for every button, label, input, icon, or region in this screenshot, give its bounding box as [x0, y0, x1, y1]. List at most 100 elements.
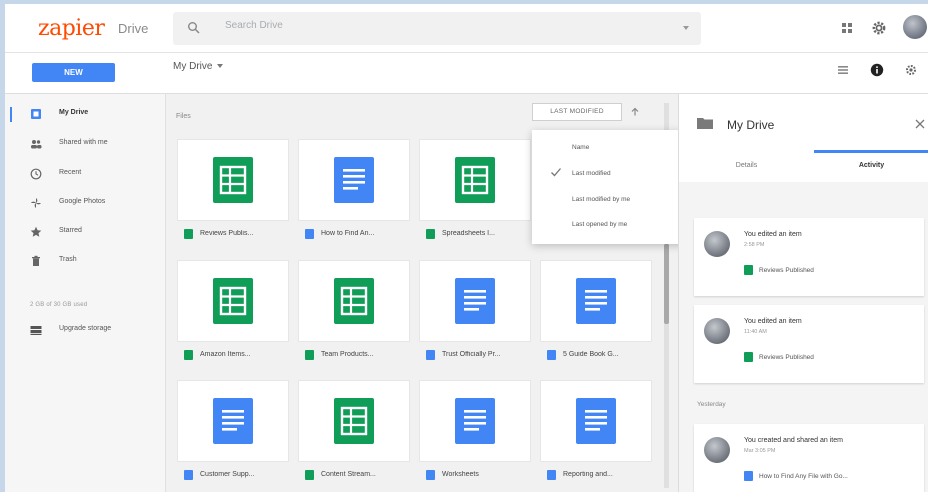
file-caption[interactable]: Reviews Publis...: [178, 224, 288, 244]
chevron-down-icon: [217, 64, 224, 69]
file-thumbnail[interactable]: [420, 381, 530, 461]
file-caption[interactable]: 5 Guide Book G...: [541, 345, 651, 365]
sheets-mini-icon: [305, 350, 314, 360]
new-button[interactable]: NEW: [32, 63, 115, 82]
file-thumbnail[interactable]: [541, 261, 651, 341]
docs-icon: [455, 398, 495, 444]
toolbar: NEW My Drive: [5, 53, 928, 94]
sidebar-item-trash[interactable]: Trash: [5, 250, 165, 274]
file-caption[interactable]: Spreadsheets I...: [420, 224, 530, 244]
file-caption[interactable]: Content Stream...: [299, 465, 409, 485]
sidebar-item-label: Shared with me: [59, 139, 108, 146]
sheets-mini-icon: [305, 470, 314, 480]
activity-time: 11:40 AM: [744, 329, 767, 335]
activity-card[interactable]: You edited an item 11:40 AM Reviews Publ…: [694, 305, 924, 383]
sort-button[interactable]: LAST MODIFIED: [532, 103, 622, 121]
docs-icon: [213, 398, 253, 444]
breadcrumb[interactable]: My Drive: [173, 61, 224, 72]
avatar: [704, 231, 730, 257]
sidebar-item-starred[interactable]: Starred: [5, 221, 165, 245]
file-caption[interactable]: Reporting and...: [541, 465, 651, 485]
file-name: 5 Guide Book G...: [563, 351, 619, 358]
sort-direction-icon[interactable]: [630, 107, 640, 117]
file-thumbnail[interactable]: [299, 381, 409, 461]
sidebar-item-shared[interactable]: Shared with me: [5, 133, 165, 157]
gear-icon[interactable]: [871, 20, 887, 36]
file-thumbnail[interactable]: [541, 381, 651, 461]
section-label-earlier: Yesterday: [697, 401, 726, 408]
close-icon[interactable]: [915, 119, 925, 129]
tab-details[interactable]: Details: [689, 154, 804, 182]
file-tile[interactable]: Reviews Publis...: [178, 140, 288, 248]
search-input[interactable]: [225, 20, 645, 31]
sidebar-item-my-drive[interactable]: My Drive: [5, 103, 165, 127]
activity-file-name: How to Find Any File with Go...: [759, 473, 848, 480]
sheets-icon: [744, 352, 753, 362]
file-name: Worksheets: [442, 471, 479, 478]
file-thumbnail[interactable]: [178, 140, 288, 220]
activity-file[interactable]: Reviews Published: [744, 352, 919, 364]
search-icon[interactable]: [187, 21, 201, 35]
activity-card[interactable]: You created and shared an item Mar 3:05 …: [694, 424, 924, 492]
scrollbar-thumb[interactable]: [664, 244, 669, 324]
file-name: Customer Supp...: [200, 471, 255, 478]
file-tile[interactable]: Spreadsheets I...: [420, 140, 530, 248]
file-thumbnail[interactable]: [178, 261, 288, 341]
file-thumbnail[interactable]: [178, 381, 288, 461]
storage-usage: 2 GB of 30 GB used: [30, 302, 88, 308]
file-tile[interactable]: 5 Guide Book G...: [541, 261, 651, 369]
file-caption[interactable]: Team Products...: [299, 345, 409, 365]
upgrade-storage-label: Upgrade storage: [59, 325, 112, 332]
files-section-label: Files: [176, 113, 191, 120]
file-tile[interactable]: Trust Officially Pr...: [420, 261, 530, 369]
avatar[interactable]: [903, 15, 927, 39]
file-name: Reporting and...: [563, 471, 613, 478]
file-caption[interactable]: Trust Officially Pr...: [420, 345, 530, 365]
search-bar[interactable]: [173, 12, 701, 45]
file-tile[interactable]: Reporting and...: [541, 381, 651, 489]
activity-file[interactable]: Reviews Published: [744, 265, 919, 277]
zapier-logo[interactable]: zapier: [38, 16, 105, 41]
sort-option-label: Last modified: [572, 170, 611, 177]
apps-grid-icon[interactable]: [839, 20, 855, 36]
file-name: Spreadsheets I...: [442, 230, 495, 237]
tab-activity[interactable]: Activity: [814, 154, 928, 182]
file-name: Amazon Items...: [200, 351, 251, 358]
file-tile[interactable]: Content Stream...: [299, 381, 409, 489]
docs-mini-icon: [426, 470, 435, 480]
docs-icon: [576, 278, 616, 324]
sidebar: My Drive Shared with me Recent Google Ph…: [5, 94, 165, 492]
file-tile[interactable]: Team Products...: [299, 261, 409, 369]
activity-title: You created and shared an item: [744, 437, 843, 444]
sheets-icon: [213, 157, 253, 203]
settings-gear-icon[interactable]: [904, 63, 918, 77]
file-caption[interactable]: Customer Supp...: [178, 465, 288, 485]
file-thumbnail[interactable]: [420, 140, 530, 220]
activity-time: Mar 3:05 PM: [744, 448, 776, 454]
search-options-icon[interactable]: [683, 26, 689, 30]
activity-file[interactable]: How to Find Any File with Go...: [744, 471, 919, 483]
file-tile[interactable]: Customer Supp...: [178, 381, 288, 489]
file-tile[interactable]: Amazon Items...: [178, 261, 288, 369]
sheets-mini-icon: [426, 229, 435, 239]
clock-icon: [30, 168, 42, 180]
folder-icon: [697, 118, 713, 129]
file-tile[interactable]: Worksheets: [420, 381, 530, 489]
activity-card[interactable]: You edited an item 2:58 PM Reviews Publi…: [694, 218, 924, 296]
sheets-icon: [334, 278, 374, 324]
file-caption[interactable]: How to Find An...: [299, 224, 409, 244]
storage-icon: [30, 326, 42, 335]
file-thumbnail[interactable]: [299, 140, 409, 220]
sidebar-item-recent[interactable]: Recent: [5, 163, 165, 187]
docs-mini-icon: [184, 470, 193, 480]
list-view-icon[interactable]: [836, 63, 850, 77]
file-thumbnail[interactable]: [420, 261, 530, 341]
file-caption[interactable]: Amazon Items...: [178, 345, 288, 365]
sidebar-item-photos[interactable]: Google Photos: [5, 192, 165, 216]
file-tile[interactable]: How to Find An...: [299, 140, 409, 248]
file-thumbnail[interactable]: [299, 261, 409, 341]
activity-title: You edited an item: [744, 318, 802, 325]
upgrade-storage-link[interactable]: Upgrade storage: [5, 319, 165, 343]
file-caption[interactable]: Worksheets: [420, 465, 530, 485]
info-icon[interactable]: [870, 63, 884, 77]
